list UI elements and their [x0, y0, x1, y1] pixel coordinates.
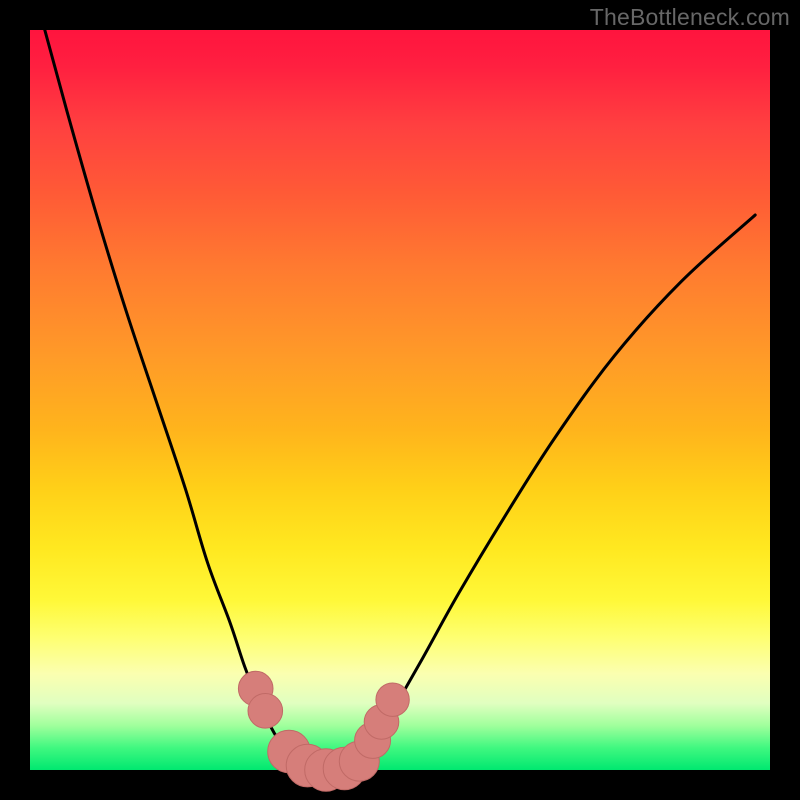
right-curve-path — [356, 215, 756, 770]
chart-frame: TheBottleneck.com — [0, 0, 800, 800]
curve-group — [45, 30, 755, 773]
watermark-text: TheBottleneck.com — [590, 4, 790, 31]
curves-svg — [30, 30, 770, 770]
marker-group — [238, 671, 409, 791]
data-marker — [248, 694, 283, 729]
left-curve-path — [45, 30, 304, 770]
data-marker — [376, 683, 409, 716]
